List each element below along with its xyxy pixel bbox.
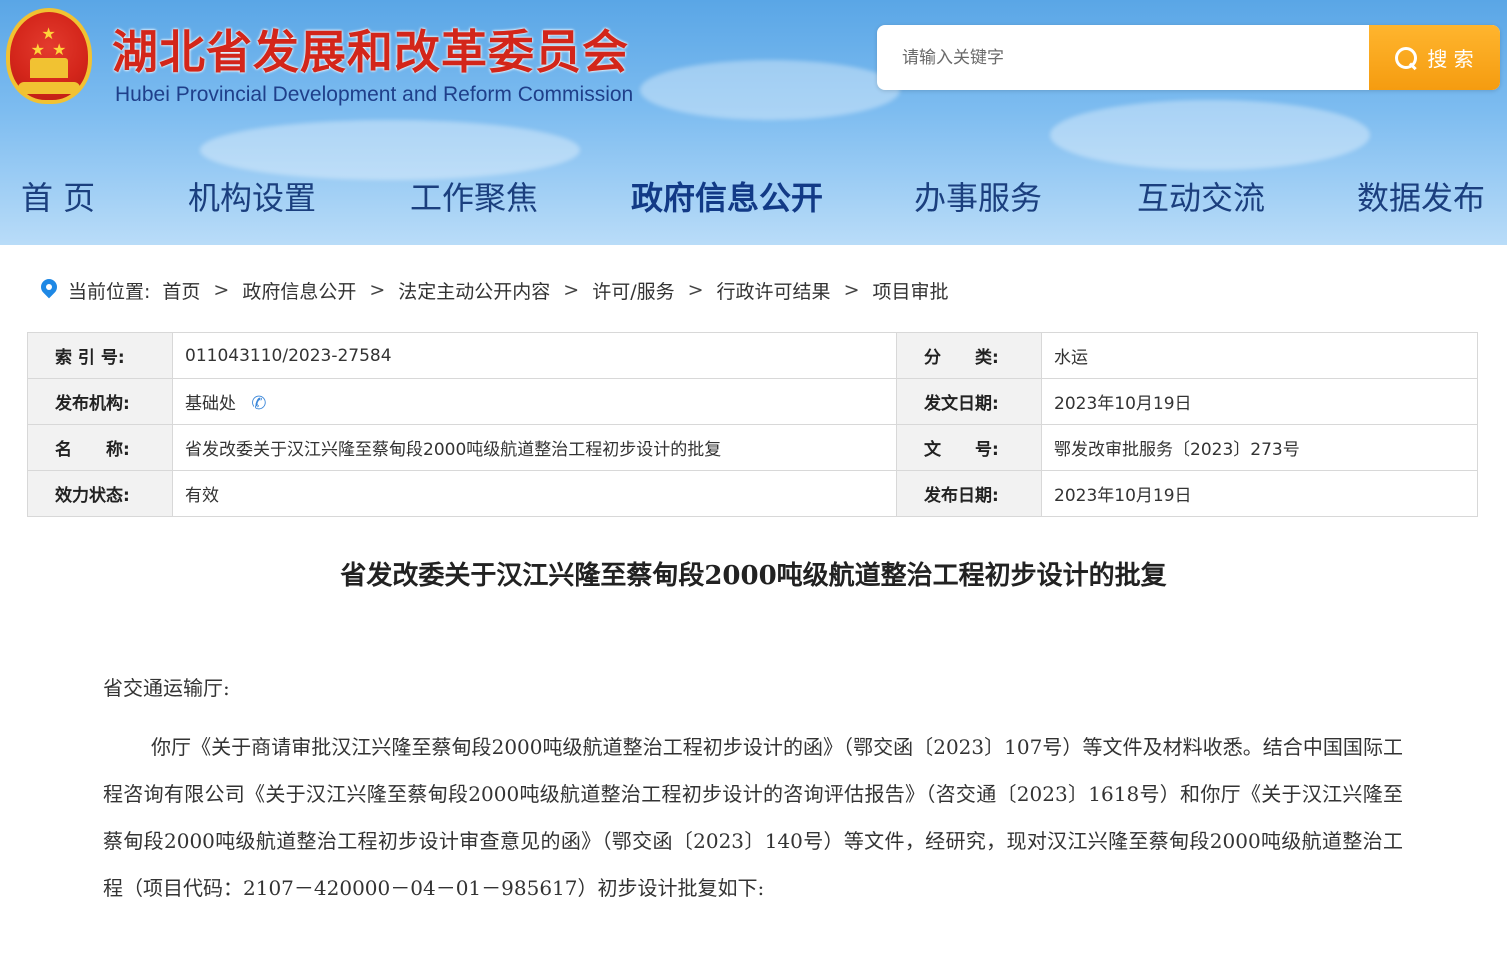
table-row: 效力状态: 有效 发布日期: 2023年10月19日 — [27, 470, 1478, 517]
breadcrumb-item-gov-info[interactable]: 政府信息公开 — [242, 277, 356, 304]
nav-item-interaction[interactable]: 互动交流 — [1137, 168, 1265, 228]
site-title-cn[interactable]: 湖北省发展和改革委员会 — [112, 16, 629, 82]
document-title: 省发改委关于汉江兴隆至蔡甸段2000吨级航道整治工程初步设计的批复 — [340, 561, 1167, 591]
meta-value-issue-date: 2023年10月19日 — [1041, 378, 1478, 425]
meta-value-publisher: 基础处 — [185, 393, 236, 414]
breadcrumb-item-home[interactable]: 首页 — [162, 277, 200, 304]
meta-label-status: 效力状态: — [27, 470, 173, 517]
breadcrumb-item-license[interactable]: 许可/服务 — [592, 277, 674, 304]
cloud-decoration — [1050, 100, 1370, 170]
meta-value-doc-no: 鄂发改审批服务〔2023〕273号 — [1041, 424, 1478, 471]
location-pin-icon — [40, 279, 58, 301]
breadcrumb-separator: > — [687, 279, 704, 301]
breadcrumb-item-project-approval[interactable]: 项目审批 — [872, 277, 948, 304]
site-header: ★ ★ ★ 湖北省发展和改革委员会 Hubei Provincial Develo… — [0, 0, 1507, 245]
meta-label-issue-date: 发文日期: — [896, 378, 1042, 425]
meta-label-index: 索 引 号: — [27, 332, 173, 379]
main-nav: 首 页 机构设置 工作聚焦 政府信息公开 办事服务 互动交流 数据发布 — [0, 168, 1507, 228]
breadcrumb-separator: > — [563, 279, 580, 301]
document-paragraph: 你厅《关于商请审批汉江兴隆至蔡甸段2000吨级航道整治工程初步设计的函》（鄂交函… — [103, 735, 1403, 900]
breadcrumb-separator: > — [369, 279, 386, 301]
meta-value-name: 省发改委关于汉江兴隆至蔡甸段2000吨级航道整治工程初步设计的批复 — [172, 424, 897, 471]
magnifier-icon — [1395, 46, 1418, 69]
meta-value-publish-date: 2023年10月19日 — [1041, 470, 1478, 517]
nav-item-data[interactable]: 数据发布 — [1357, 168, 1485, 228]
nav-item-home[interactable]: 首 页 — [21, 168, 95, 228]
search-bar: 搜 索 — [877, 25, 1500, 90]
nav-item-gov-info[interactable]: 政府信息公开 — [631, 168, 823, 228]
table-row: 索 引 号: 011043110/2023-27584 分 类: 水运 — [27, 332, 1478, 379]
breadcrumb: 当前位置: 首页 > 政府信息公开 > 法定主动公开内容 > 许可/服务 > 行… — [40, 275, 949, 305]
search-button-label: 搜 索 — [1427, 47, 1474, 71]
document-meta-table: 索 引 号: 011043110/2023-27584 分 类: 水运 发布机构… — [27, 332, 1478, 517]
phone-icon[interactable]: ✆ — [251, 393, 266, 414]
main-content: 当前位置: 首页 > 政府信息公开 > 法定主动公开内容 > 许可/服务 > 行… — [0, 245, 1507, 957]
breadcrumb-item-license-result[interactable]: 行政许可结果 — [717, 277, 831, 304]
document-addressee: 省交通运输厅: — [103, 676, 230, 700]
meta-label-publish-date: 发布日期: — [896, 470, 1042, 517]
table-row: 发布机构: 基础处 ✆ 发文日期: 2023年10月19日 — [27, 378, 1478, 425]
nav-item-services[interactable]: 办事服务 — [914, 168, 1042, 228]
meta-value-status: 有效 — [172, 470, 897, 517]
meta-value-index: 011043110/2023-27584 — [172, 332, 897, 379]
meta-label-publisher: 发布机构: — [27, 378, 173, 425]
nav-item-organization[interactable]: 机构设置 — [188, 168, 316, 228]
meta-value-category: 水运 — [1041, 332, 1478, 379]
meta-label-name: 名 称: — [27, 424, 173, 471]
breadcrumb-item-statutory[interactable]: 法定主动公开内容 — [398, 277, 550, 304]
breadcrumb-prefix: 当前位置: — [68, 280, 151, 303]
site-title-en: Hubei Provincial Development and Reform … — [115, 83, 634, 106]
national-emblem-icon: ★ ★ ★ — [6, 8, 92, 104]
document-body: 省交通运输厅: 你厅《关于商请审批汉江兴隆至蔡甸段2000吨级航道整治工程初步设… — [103, 665, 1403, 912]
table-row: 名 称: 省发改委关于汉江兴隆至蔡甸段2000吨级航道整治工程初步设计的批复 文… — [27, 424, 1478, 471]
breadcrumb-separator: > — [213, 279, 230, 301]
meta-label-category: 分 类: — [896, 332, 1042, 379]
meta-label-doc-no: 文 号: — [896, 424, 1042, 471]
nav-item-work-focus[interactable]: 工作聚焦 — [410, 168, 538, 228]
search-input[interactable] — [877, 25, 1369, 90]
meta-value-publisher-cell: 基础处 ✆ — [172, 378, 897, 425]
breadcrumb-separator: > — [843, 279, 860, 301]
search-button[interactable]: 搜 索 — [1369, 25, 1500, 90]
cloud-decoration — [640, 60, 900, 120]
